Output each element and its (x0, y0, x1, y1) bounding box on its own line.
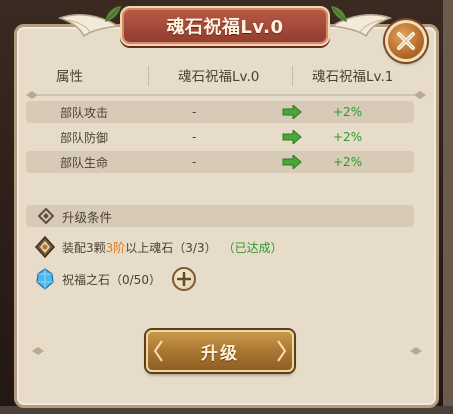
page-title: 魂石祝福Lv.0 (166, 17, 284, 38)
soulstone-icon (34, 236, 56, 258)
requirement-suffix: 以上魂石（3/3） (125, 240, 217, 255)
attribute-next-value: +2% (333, 155, 363, 169)
close-button[interactable] (385, 20, 427, 62)
green-arrow-right-icon (282, 155, 302, 169)
close-icon (397, 32, 415, 50)
upgrade-conditions-label: 升级条件 (62, 209, 113, 225)
attribute-name: 部队攻击 (60, 105, 109, 120)
upgrade-button-label: 升级 (201, 343, 239, 364)
attribute-name: 部队生命 (60, 155, 109, 170)
divider-ornament-right (410, 347, 422, 355)
attribute-name: 部队防御 (60, 130, 109, 145)
attribute-current-value: - (192, 130, 197, 144)
requirement-soulstone: 装配3颗 3阶 以上魂石（3/3） （已达成） (34, 234, 283, 260)
button-ornament-left (153, 340, 163, 362)
attribute-table-header: 属性 魂石祝福Lv.0 魂石祝福Lv.1 (28, 62, 416, 88)
column-header-attribute: 属性 (56, 69, 83, 85)
column-divider (148, 66, 149, 86)
plus-icon (177, 272, 191, 286)
table-row: 部队攻击 - +2% (26, 101, 414, 123)
add-material-button[interactable] (172, 267, 196, 291)
table-row: 部队生命 - +2% (26, 151, 414, 173)
blue-crystal-icon (36, 268, 54, 290)
attribute-current-value: - (192, 155, 197, 169)
green-arrow-right-icon (282, 130, 302, 144)
upgrade-conditions-header: 升级条件 (26, 205, 414, 227)
requirement-status: （已达成） (222, 240, 283, 255)
requirement-tier: 3阶 (105, 240, 126, 255)
green-arrow-right-icon (282, 105, 302, 119)
column-header-current-level: 魂石祝福Lv.0 (178, 69, 260, 85)
diamond-rune-icon (38, 208, 54, 224)
attribute-current-value: - (192, 105, 197, 119)
header-divider (26, 91, 426, 99)
requirement-prefix: 装配3颗 (62, 240, 106, 255)
title-banner: 魂石祝福Lv.0 (120, 6, 330, 46)
upgrade-button[interactable]: 升级 (146, 330, 294, 372)
attribute-next-value: +2% (333, 130, 363, 144)
column-header-next-level: 魂石祝福Lv.1 (312, 69, 394, 85)
background-strip (443, 0, 453, 414)
table-row: 部队防御 - +2% (26, 126, 414, 148)
column-divider (292, 66, 293, 86)
button-ornament-right (277, 340, 287, 362)
material-label: 祝福之石（0/50） (62, 272, 161, 287)
requirement-blessing-stone: 祝福之石（0/50） (34, 266, 161, 292)
attribute-next-value: +2% (333, 105, 363, 119)
divider-ornament-left (32, 347, 44, 355)
leaf-decoration-right (331, 6, 347, 22)
